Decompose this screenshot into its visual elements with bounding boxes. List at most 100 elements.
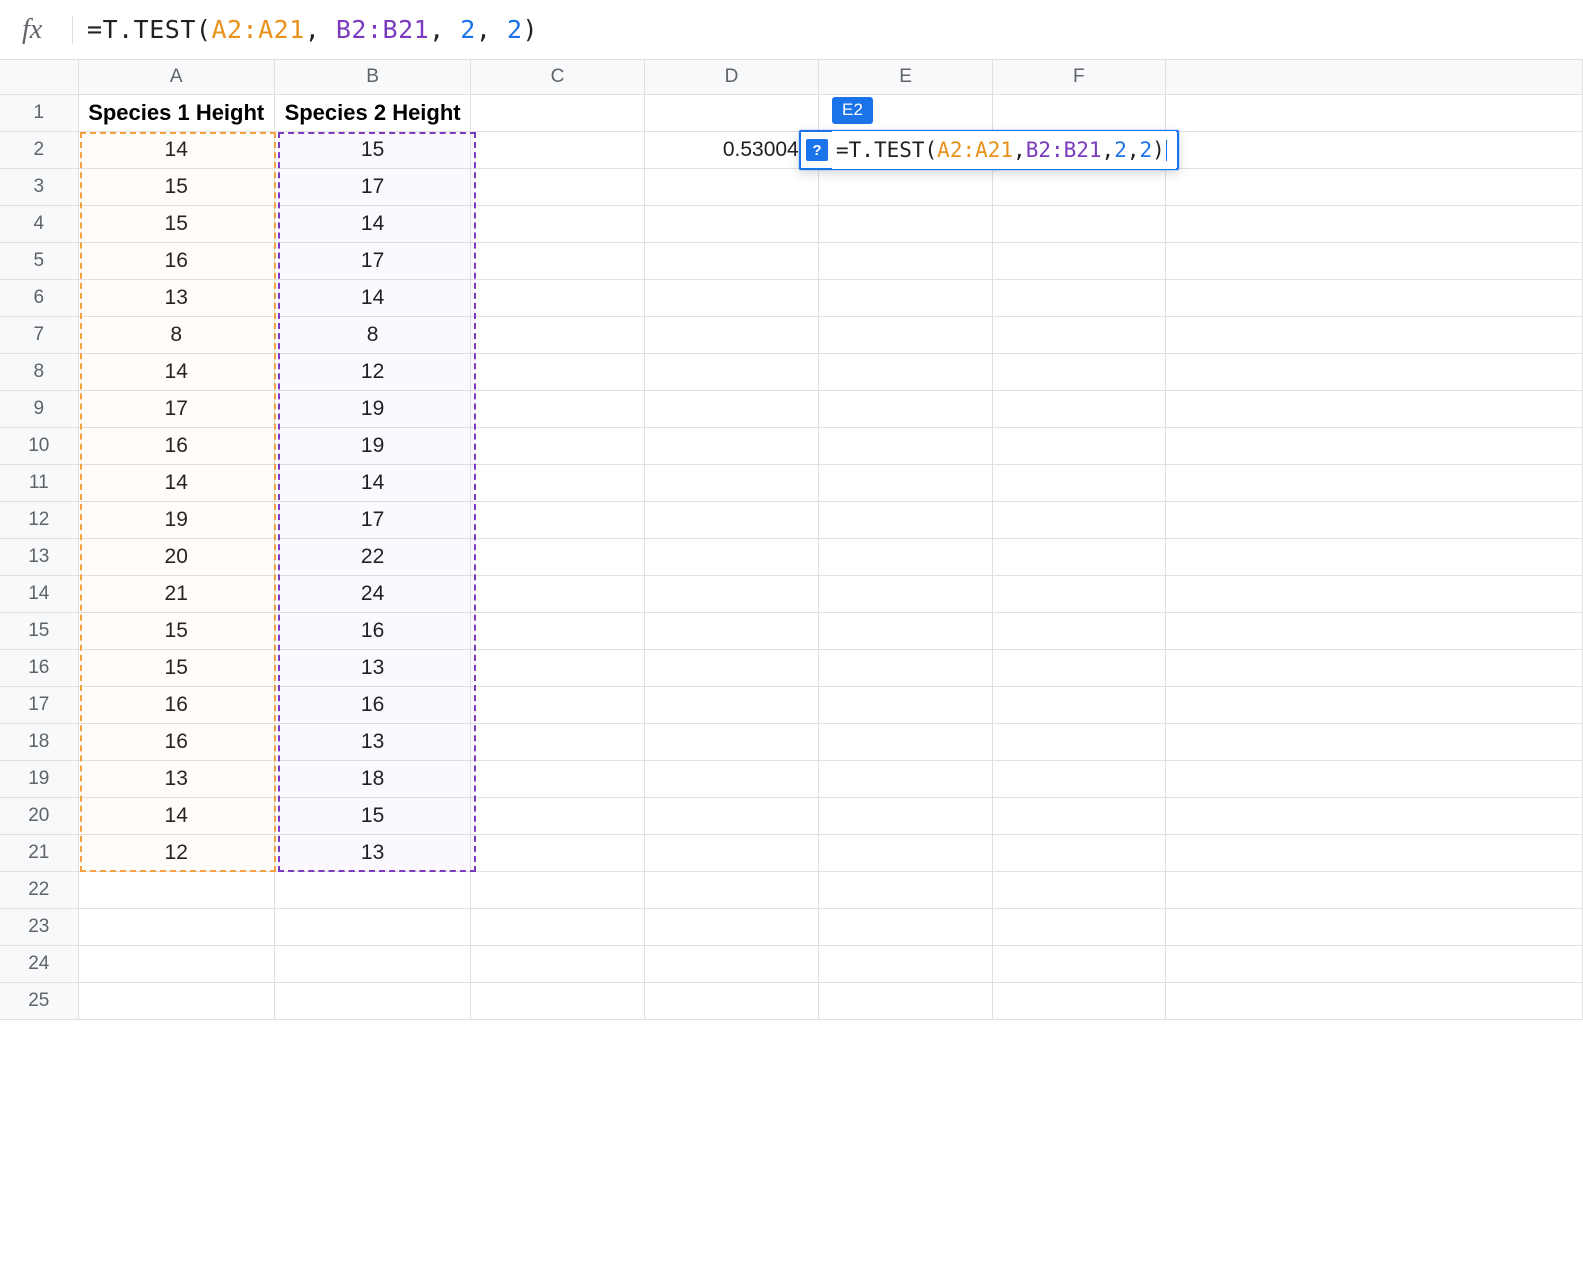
cell[interactable]: 13 xyxy=(274,834,470,871)
cell[interactable] xyxy=(471,501,644,538)
cell[interactable] xyxy=(1166,205,1583,242)
cell[interactable] xyxy=(471,242,644,279)
row-header[interactable]: 7 xyxy=(0,316,78,353)
cell[interactable]: 20 xyxy=(78,538,274,575)
cell[interactable] xyxy=(644,908,819,945)
cell[interactable] xyxy=(992,316,1165,353)
cell[interactable]: 16 xyxy=(78,723,274,760)
spreadsheet-grid[interactable]: A B C D E F 1 Species 1 Height Species 2… xyxy=(0,60,1583,1274)
cell[interactable] xyxy=(471,131,644,168)
cell[interactable] xyxy=(1166,760,1583,797)
row-header[interactable]: 17 xyxy=(0,686,78,723)
cell[interactable] xyxy=(819,575,992,612)
cell[interactable] xyxy=(819,834,992,871)
cell[interactable]: 16 xyxy=(274,686,470,723)
row-header[interactable]: 11 xyxy=(0,464,78,501)
formula-bar-input[interactable]: =T.TEST(A2:A21, B2:B21, 2, 2) xyxy=(87,15,538,44)
cell[interactable] xyxy=(471,575,644,612)
cell[interactable] xyxy=(471,390,644,427)
cell[interactable] xyxy=(819,279,992,316)
cell[interactable] xyxy=(992,649,1165,686)
cell[interactable] xyxy=(992,834,1165,871)
cell[interactable] xyxy=(471,723,644,760)
row-header[interactable]: 18 xyxy=(0,723,78,760)
cell[interactable] xyxy=(78,871,274,908)
cell[interactable]: 15 xyxy=(274,131,470,168)
cell[interactable] xyxy=(1166,723,1583,760)
cell[interactable] xyxy=(992,945,1165,982)
cell[interactable] xyxy=(1166,94,1583,131)
cell[interactable] xyxy=(471,612,644,649)
cell[interactable] xyxy=(992,797,1165,834)
cell[interactable]: 15 xyxy=(78,168,274,205)
cell[interactable] xyxy=(992,168,1165,205)
cell[interactable] xyxy=(1166,871,1583,908)
cell[interactable] xyxy=(471,945,644,982)
cell[interactable] xyxy=(471,538,644,575)
row-header[interactable]: 3 xyxy=(0,168,78,205)
cell[interactable] xyxy=(471,279,644,316)
col-header-F[interactable]: F xyxy=(992,60,1165,94)
cell[interactable] xyxy=(1166,612,1583,649)
cell[interactable] xyxy=(819,205,992,242)
cell[interactable] xyxy=(644,205,819,242)
cell[interactable]: Species 2 Height xyxy=(274,94,470,131)
cell[interactable]: 14 xyxy=(78,131,274,168)
row-header[interactable]: 16 xyxy=(0,649,78,686)
row-header[interactable]: 22 xyxy=(0,871,78,908)
cell[interactable] xyxy=(992,205,1165,242)
cell[interactable] xyxy=(819,242,992,279)
cell[interactable] xyxy=(819,390,992,427)
cell[interactable]: 15 xyxy=(78,205,274,242)
cell[interactable] xyxy=(819,908,992,945)
cell[interactable] xyxy=(992,242,1165,279)
cell[interactable] xyxy=(819,686,992,723)
row-header[interactable]: 10 xyxy=(0,427,78,464)
cell[interactable] xyxy=(1166,242,1583,279)
cell[interactable]: 14 xyxy=(78,464,274,501)
cell[interactable]: 17 xyxy=(274,501,470,538)
cell[interactable] xyxy=(992,871,1165,908)
cell[interactable] xyxy=(992,982,1165,1019)
cell[interactable] xyxy=(1166,168,1583,205)
cell[interactable] xyxy=(274,871,470,908)
col-header-blank[interactable] xyxy=(1166,60,1583,94)
cell[interactable]: 14 xyxy=(274,279,470,316)
cell[interactable] xyxy=(1166,538,1583,575)
cell[interactable] xyxy=(819,612,992,649)
cell[interactable]: 17 xyxy=(78,390,274,427)
cell[interactable] xyxy=(644,612,819,649)
cell[interactable]: 14 xyxy=(78,353,274,390)
cell[interactable] xyxy=(992,538,1165,575)
cell[interactable] xyxy=(992,686,1165,723)
cell[interactable] xyxy=(644,316,819,353)
cell[interactable]: 8 xyxy=(274,316,470,353)
cell[interactable] xyxy=(819,649,992,686)
cell[interactable]: 17 xyxy=(274,168,470,205)
cell[interactable]: 13 xyxy=(274,723,470,760)
cell[interactable] xyxy=(992,427,1165,464)
cell[interactable]: 16 xyxy=(78,686,274,723)
cell[interactable]: 15 xyxy=(78,612,274,649)
cell[interactable] xyxy=(644,982,819,1019)
cell[interactable]: 16 xyxy=(274,612,470,649)
cell[interactable] xyxy=(471,908,644,945)
cell[interactable] xyxy=(819,797,992,834)
cell[interactable] xyxy=(992,353,1165,390)
cell[interactable] xyxy=(78,908,274,945)
row-header[interactable]: 9 xyxy=(0,390,78,427)
cell[interactable] xyxy=(1166,982,1583,1019)
cell[interactable] xyxy=(644,279,819,316)
row-header[interactable]: 23 xyxy=(0,908,78,945)
cell[interactable] xyxy=(819,316,992,353)
cell[interactable] xyxy=(1166,131,1583,168)
row-header[interactable]: 14 xyxy=(0,575,78,612)
cell[interactable] xyxy=(1166,501,1583,538)
cell[interactable] xyxy=(644,649,819,686)
cell[interactable] xyxy=(471,834,644,871)
cell[interactable] xyxy=(819,464,992,501)
row-header[interactable]: 6 xyxy=(0,279,78,316)
cell[interactable]: 21 xyxy=(78,575,274,612)
cell[interactable] xyxy=(819,871,992,908)
row-header[interactable]: 5 xyxy=(0,242,78,279)
